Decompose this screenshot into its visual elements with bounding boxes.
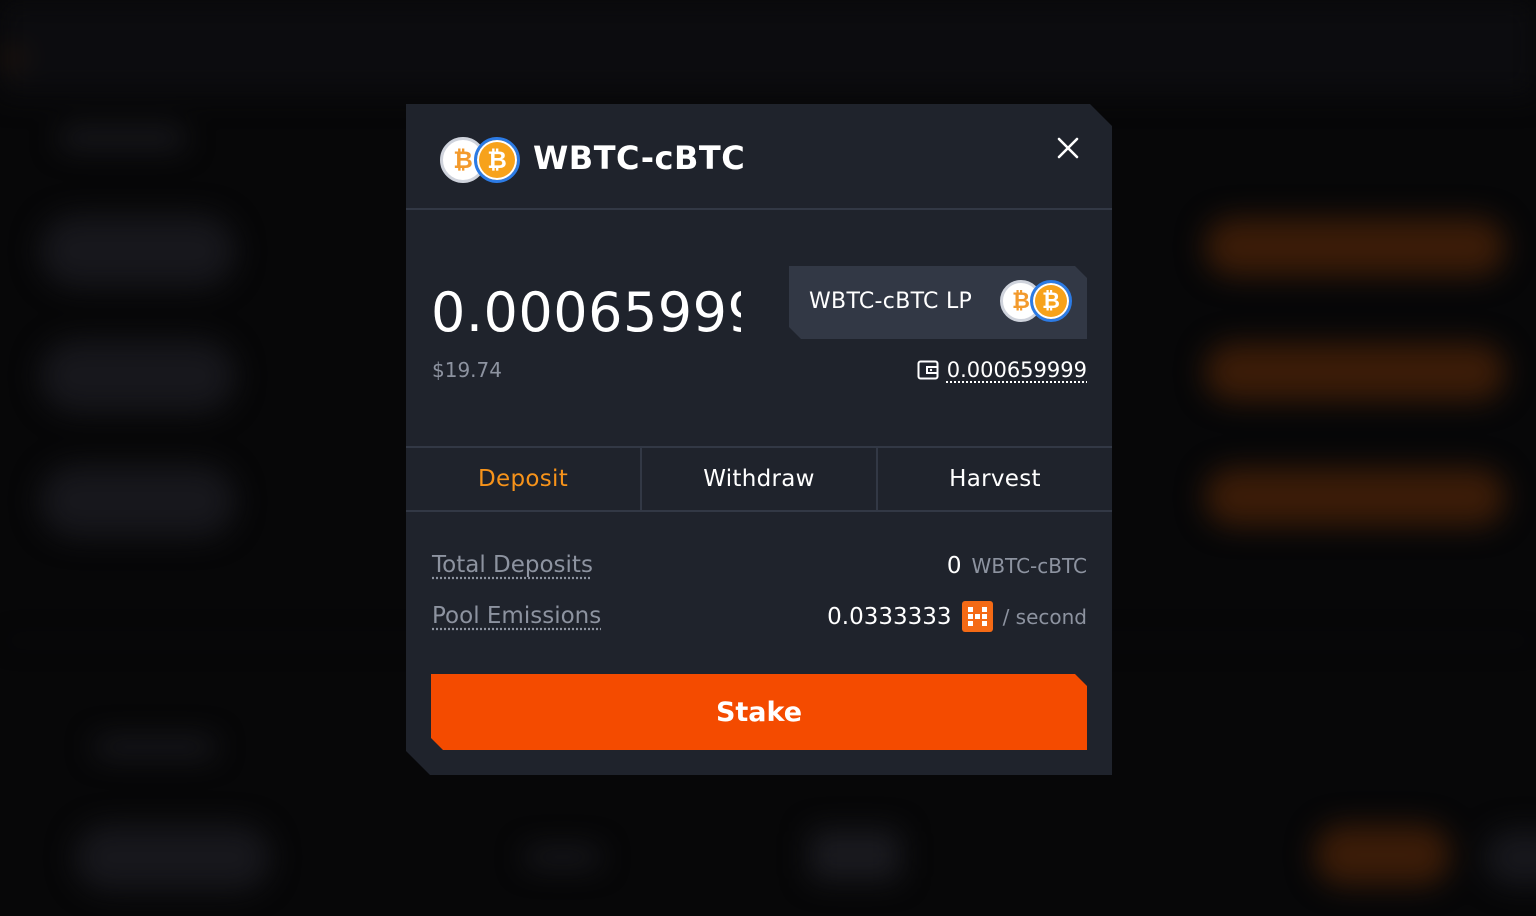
background-label: [60, 128, 185, 148]
total-deposits-label[interactable]: Total Deposits: [432, 552, 593, 578]
total-deposits-amount: 0: [946, 553, 962, 579]
balance-row: 0.000659999: [917, 358, 1087, 382]
background-label: [810, 830, 900, 880]
background-pill: [40, 465, 235, 537]
background-pill: [75, 825, 270, 890]
background-button: [1205, 218, 1505, 276]
action-tabs: Deposit Withdraw Harvest: [406, 446, 1112, 512]
background-button: [1315, 825, 1450, 885]
amount-input[interactable]: [431, 272, 741, 352]
lp-token-icons: ₿ ₿: [1000, 280, 1076, 326]
tab-withdraw[interactable]: Withdraw: [640, 448, 876, 510]
token-label: WBTC-cBTC LP: [809, 289, 973, 314]
max-balance-link[interactable]: 0.000659999: [947, 358, 1087, 382]
pool-emissions-value: 0.0333333 / second: [827, 601, 1087, 632]
reward-token-icon: [961, 601, 993, 632]
wallet-icon: [917, 360, 939, 380]
close-icon: [1057, 137, 1079, 159]
modal-header: ₿ ₿ WBTC-cBTC: [406, 104, 1112, 210]
tab-deposit[interactable]: Deposit: [406, 448, 640, 510]
background-pill: [40, 340, 235, 412]
background-label: [95, 738, 215, 756]
pair-icons: ₿ ₿: [440, 137, 520, 185]
usd-value: $19.74: [432, 358, 502, 382]
cbtc-icon: ₿: [1030, 280, 1072, 322]
pool-emissions-amount: 0.0333333: [827, 603, 952, 630]
background-button: [1205, 468, 1505, 526]
total-deposits-unit: WBTC-cBTC: [971, 554, 1087, 578]
background-pill: [40, 215, 235, 287]
pool-emissions-unit: / second: [1002, 604, 1087, 629]
farm-modal: ₿ ₿ WBTC-cBTC $19.74 WBTC-cBTC LP ₿ ₿ 0.…: [406, 104, 1112, 775]
token-select[interactable]: WBTC-cBTC LP ₿ ₿: [789, 266, 1087, 339]
modal-title: WBTC-cBTC: [533, 139, 746, 177]
background-button: [1205, 343, 1505, 401]
background-label: [525, 848, 600, 866]
background-top-bar: [0, 0, 1536, 95]
close-button[interactable]: [1052, 132, 1084, 164]
total-deposits-value: 0 WBTC-cBTC: [947, 553, 1087, 579]
tab-harvest[interactable]: Harvest: [876, 448, 1112, 510]
background-pill: [1485, 830, 1536, 885]
pool-emissions-label[interactable]: Pool Emissions: [432, 603, 601, 629]
cbtc-icon: ₿: [474, 137, 520, 183]
stake-button[interactable]: Stake: [431, 674, 1087, 750]
